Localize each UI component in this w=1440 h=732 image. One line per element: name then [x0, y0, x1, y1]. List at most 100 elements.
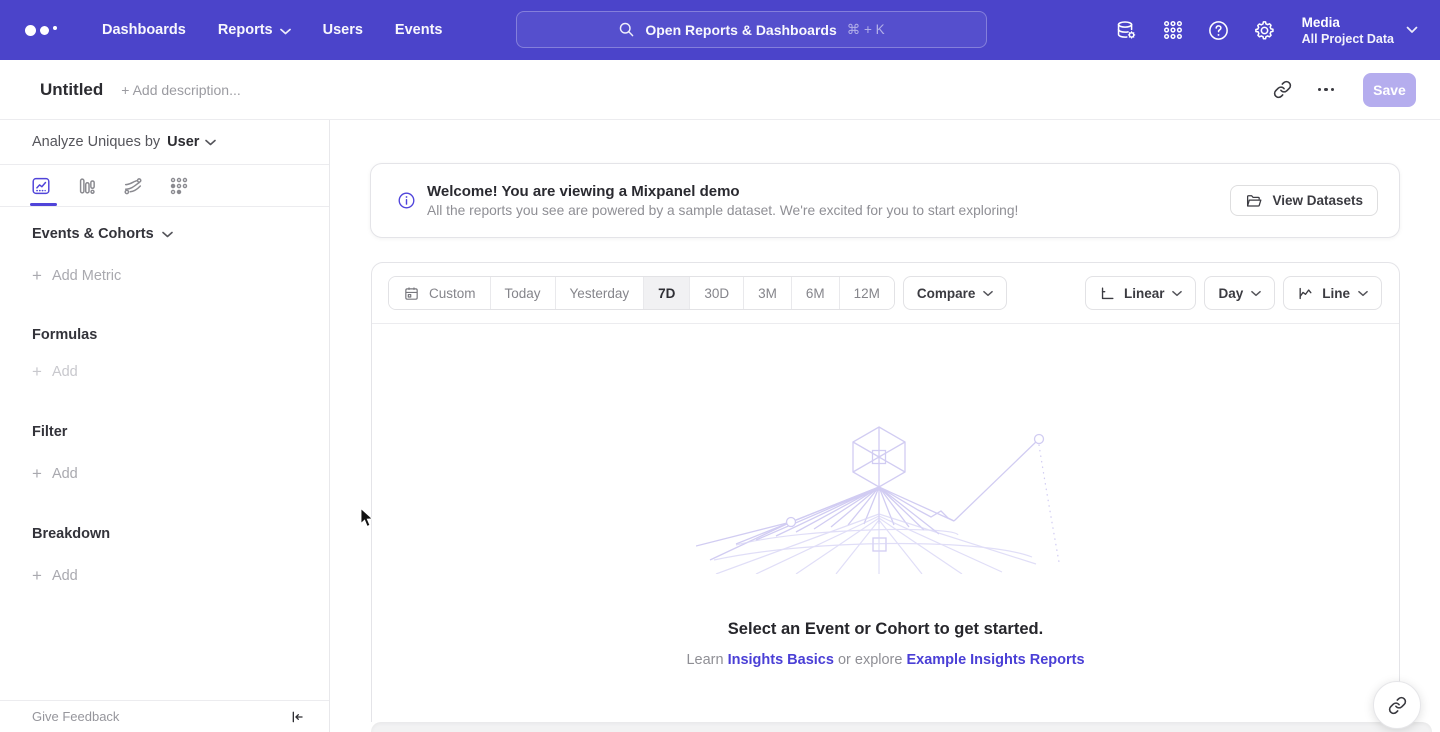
search-shortcut: ⌘ + K: [847, 22, 885, 38]
give-feedback-link[interactable]: Give Feedback: [32, 709, 119, 724]
ellipsis-icon: [1318, 88, 1335, 92]
add-metric-label: Add Metric: [52, 268, 121, 284]
date-range-label: Yesterday: [570, 286, 630, 301]
data-management-icon[interactable]: [1104, 0, 1150, 60]
chart-controls: Custom Today Yesterday 7D 30D 3M 6M 12M …: [372, 263, 1399, 324]
compare-dropdown[interactable]: Compare: [903, 276, 1008, 310]
settings-gear-icon[interactable]: [1242, 0, 1288, 60]
chart-display-controls: Linear Day Line: [1085, 276, 1382, 310]
add-breakdown-button[interactable]: + Add: [32, 567, 329, 584]
chevron-down-icon: [1358, 290, 1368, 297]
date-range-label: Today: [505, 286, 541, 301]
tab-insights-active[interactable]: [30, 165, 76, 206]
grid-dots-icon: [168, 175, 190, 197]
tab-flow[interactable]: [122, 165, 168, 206]
query-builder-sidebar: Analyze Uniques by User: [0, 120, 330, 732]
mixpanel-logo-icon[interactable]: [25, 25, 57, 36]
link-icon: [1273, 80, 1292, 99]
date-range-item[interactable]: 6M: [792, 277, 840, 309]
flow-icon: [122, 175, 144, 197]
date-range-label: Custom: [429, 286, 476, 301]
add-formula-button[interactable]: + Add: [32, 363, 329, 380]
tab-metrics-grid[interactable]: [168, 165, 214, 206]
tab-bar-chart[interactable]: [76, 165, 122, 206]
events-cohorts-section-header[interactable]: Events & Cohorts: [32, 226, 329, 242]
events-cohorts-title: Events & Cohorts: [32, 226, 154, 242]
nav-right-cluster: Media All Project Data: [1104, 0, 1418, 60]
chart-type-label: Line: [1322, 286, 1350, 301]
view-datasets-button[interactable]: View Datasets: [1230, 185, 1378, 216]
info-icon: [397, 191, 416, 210]
next-section-peek[interactable]: [371, 722, 1432, 732]
middle-text: or explore: [838, 652, 902, 668]
scale-dropdown[interactable]: Linear: [1085, 276, 1197, 310]
help-icon[interactable]: [1196, 0, 1242, 60]
global-search-input[interactable]: Open Reports & Dashboards ⌘ + K: [516, 11, 987, 48]
share-link-floating-button[interactable]: [1373, 681, 1421, 729]
filter-section-header: Filter: [32, 424, 329, 440]
learn-prefix: Learn: [686, 652, 723, 668]
plus-icon: +: [32, 567, 42, 584]
welcome-banner: Welcome! You are viewing a Mixpanel demo…: [370, 163, 1400, 238]
insights-basics-link[interactable]: Insights Basics: [728, 652, 834, 668]
banner-subtitle: All the reports you see are powered by a…: [427, 203, 1018, 218]
date-range-item[interactable]: 12M: [840, 277, 894, 309]
chevron-down-icon: [280, 28, 291, 35]
example-reports-link[interactable]: Example Insights Reports: [906, 652, 1084, 668]
date-range-item[interactable]: 3M: [744, 277, 792, 309]
plus-icon: +: [32, 363, 42, 380]
search-placeholder: Open Reports & Dashboards: [645, 22, 836, 38]
add-filter-button[interactable]: + Add: [32, 465, 329, 482]
date-range-label: 12M: [854, 286, 880, 301]
analyze-value: User: [167, 134, 199, 150]
date-range-item[interactable]: Today: [491, 277, 556, 309]
interval-dropdown[interactable]: Day: [1204, 276, 1275, 310]
linear-axis-icon: [1099, 285, 1116, 302]
analyze-row: Analyze Uniques by User: [0, 120, 329, 165]
nav-reports-label: Reports: [218, 22, 273, 38]
report-title[interactable]: Untitled: [40, 80, 103, 100]
chevron-down-icon: [983, 290, 993, 297]
chevron-down-icon: [1406, 26, 1418, 34]
date-range-label: 7D: [658, 286, 675, 301]
nav-users[interactable]: Users: [307, 0, 379, 60]
date-range-item[interactable]: 30D: [690, 277, 744, 309]
nav-dashboards[interactable]: Dashboards: [86, 0, 202, 60]
date-range-item[interactable]: Yesterday: [556, 277, 645, 309]
breakdown-title: Breakdown: [32, 526, 110, 542]
plus-icon: +: [32, 465, 42, 482]
add-metric-button[interactable]: + Add Metric: [32, 267, 329, 284]
interval-label: Day: [1218, 286, 1243, 301]
empty-state-links: Learn Insights Basics or explore Example…: [686, 652, 1084, 668]
project-name: Media: [1302, 14, 1394, 31]
nav-users-label: Users: [323, 22, 363, 38]
report-description-field[interactable]: + Add description...: [121, 82, 240, 98]
nav-reports[interactable]: Reports: [202, 0, 307, 60]
line-chart-icon: [1297, 285, 1314, 302]
calendar-icon: [403, 285, 420, 302]
formulas-title: Formulas: [32, 327, 97, 343]
analyze-by-dropdown[interactable]: User: [167, 134, 216, 150]
breakdown-section-header: Breakdown: [32, 526, 329, 542]
formulas-section-header: Formulas: [32, 327, 329, 343]
nav-events[interactable]: Events: [379, 0, 459, 60]
save-button[interactable]: Save: [1363, 73, 1416, 107]
collapse-sidebar-button[interactable]: [289, 709, 305, 725]
date-range-label: 3M: [758, 286, 777, 301]
date-range-segmented-control: Custom Today Yesterday 7D 30D 3M 6M 12M: [388, 276, 895, 310]
apps-grid-icon[interactable]: [1150, 0, 1196, 60]
date-range-item[interactable]: Custom: [389, 277, 491, 309]
insights-chart-card: Custom Today Yesterday 7D 30D 3M 6M 12M …: [371, 262, 1400, 722]
folder-icon: [1245, 192, 1263, 210]
top-navigation-bar: Dashboards Reports Users Events Open Rep…: [0, 0, 1440, 60]
nav-events-label: Events: [395, 22, 443, 38]
view-datasets-label: View Datasets: [1272, 193, 1363, 208]
chart-type-dropdown[interactable]: Line: [1283, 276, 1382, 310]
date-range-item[interactable]: 7D: [644, 277, 690, 309]
copy-link-button[interactable]: [1265, 73, 1299, 107]
visualization-tabs: [0, 165, 329, 207]
more-options-button[interactable]: [1309, 73, 1343, 107]
chevron-down-icon: [1172, 290, 1182, 297]
project-selector[interactable]: Media All Project Data: [1302, 14, 1418, 47]
empty-state: Select an Event or Cohort to get started…: [372, 324, 1399, 668]
